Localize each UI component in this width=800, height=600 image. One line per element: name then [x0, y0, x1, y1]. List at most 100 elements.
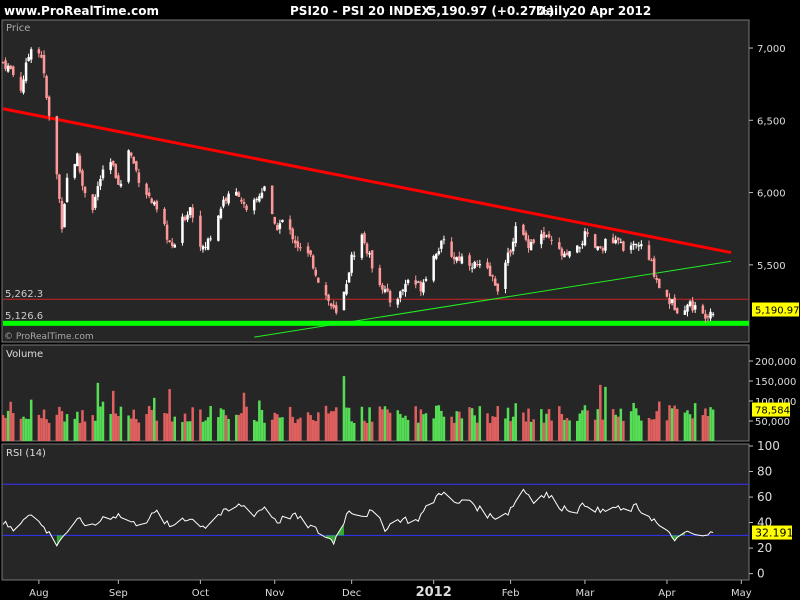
candle-body — [273, 216, 276, 224]
volume-panel-label: Volume — [6, 349, 43, 360]
candle-body — [306, 246, 310, 254]
volume-bar — [658, 401, 661, 441]
rsi-panel[interactable] — [1, 443, 750, 581]
volume-bar — [604, 386, 607, 441]
candle-body — [235, 191, 238, 196]
candle-body — [599, 246, 602, 248]
candle-body — [414, 280, 417, 285]
candle-body — [168, 240, 171, 243]
volume-bar — [150, 409, 153, 441]
candle-body — [491, 275, 494, 277]
volume-bar — [493, 416, 497, 441]
volume-bar — [186, 421, 189, 441]
candle-body — [629, 245, 633, 250]
volume-bar — [617, 416, 620, 441]
header-date: 20 Apr 2012 — [569, 4, 651, 18]
x-tick-label: Sep — [109, 588, 128, 599]
candle-body — [6, 65, 10, 72]
candle-body — [55, 116, 59, 175]
volume-bar — [524, 421, 528, 441]
x-tick-label: Mar — [575, 588, 595, 599]
candle-body — [401, 289, 405, 291]
volume-bar — [147, 405, 151, 441]
volume-bar — [688, 414, 692, 441]
volume-bar — [424, 413, 428, 441]
candle-body — [83, 186, 87, 194]
candle-body — [188, 207, 192, 215]
candle-body — [209, 238, 212, 240]
candle-body — [165, 224, 169, 240]
candle-body — [514, 226, 517, 244]
candle-body — [488, 265, 492, 277]
volume-bar — [165, 413, 169, 441]
candle-body — [255, 199, 259, 201]
candle-body — [683, 310, 687, 315]
volume-bar — [496, 406, 500, 441]
candle-body — [668, 297, 671, 305]
volume-bar — [132, 409, 135, 441]
volume-bar — [532, 419, 535, 441]
candle-body — [563, 253, 566, 258]
volume-bar — [383, 406, 387, 441]
volume-bar — [6, 410, 10, 441]
x-tick-label: Oct — [192, 588, 209, 599]
volume-bar — [619, 408, 623, 441]
site-url[interactable]: www.ProRealTime.com — [4, 4, 159, 18]
candle-body — [155, 201, 159, 210]
candle-body — [11, 66, 15, 75]
volume-bar — [701, 415, 705, 441]
volume-bar — [601, 419, 605, 441]
rsi-y-tick-label: 20 — [757, 541, 772, 555]
candle-body — [245, 205, 248, 210]
volume-bar — [542, 422, 546, 441]
volume-bar — [565, 418, 569, 441]
volume-bar — [417, 422, 420, 441]
chart-canvas: www.ProRealTime.com PSI20 - PSI 20 INDEX… — [1, 4, 800, 600]
candle-body — [327, 294, 330, 301]
volume-bar — [586, 410, 589, 441]
candle-body — [709, 311, 712, 319]
rsi-y-tick-label: 60 — [757, 490, 772, 504]
rsi-y-tick-label: 100 — [757, 439, 780, 453]
volume-bar — [242, 392, 246, 441]
candle-body — [504, 262, 507, 289]
rsi-y-tick-label: 0 — [757, 567, 765, 581]
x-tick-label: Feb — [502, 588, 520, 599]
volume-bar — [19, 418, 23, 441]
candle-body — [550, 239, 553, 241]
candle-body — [658, 278, 661, 289]
volume-bar — [224, 415, 228, 441]
candle-body — [9, 65, 12, 70]
candle-body — [94, 196, 97, 208]
volume-bar — [173, 416, 177, 441]
candle-body — [511, 241, 515, 252]
candle-body — [109, 162, 112, 171]
candle-body — [650, 260, 653, 262]
candle-body — [706, 315, 710, 318]
candle-body — [381, 284, 384, 290]
candle-body — [281, 219, 284, 223]
volume-bar — [540, 409, 543, 441]
support-line — [3, 320, 749, 326]
candle-body — [29, 49, 33, 60]
volume-bar — [40, 418, 43, 441]
volume-bar — [127, 415, 130, 441]
candle-body — [583, 231, 587, 246]
candle-body — [473, 261, 476, 269]
candle-body — [440, 240, 443, 249]
volume-bar — [91, 415, 94, 441]
volume-bar — [670, 408, 674, 441]
candle-body — [540, 234, 543, 245]
volume-bar — [201, 421, 205, 441]
candle-body — [173, 244, 177, 248]
volume-bar — [568, 420, 571, 441]
volume-bar — [42, 409, 46, 441]
volume-bar — [37, 414, 41, 441]
volume-bar — [99, 406, 102, 441]
candle-body — [419, 281, 423, 292]
candle-body — [252, 199, 256, 211]
candle-body — [442, 239, 446, 241]
candle-body — [99, 178, 102, 187]
candle-body — [432, 255, 435, 281]
volume-bar — [388, 412, 392, 441]
